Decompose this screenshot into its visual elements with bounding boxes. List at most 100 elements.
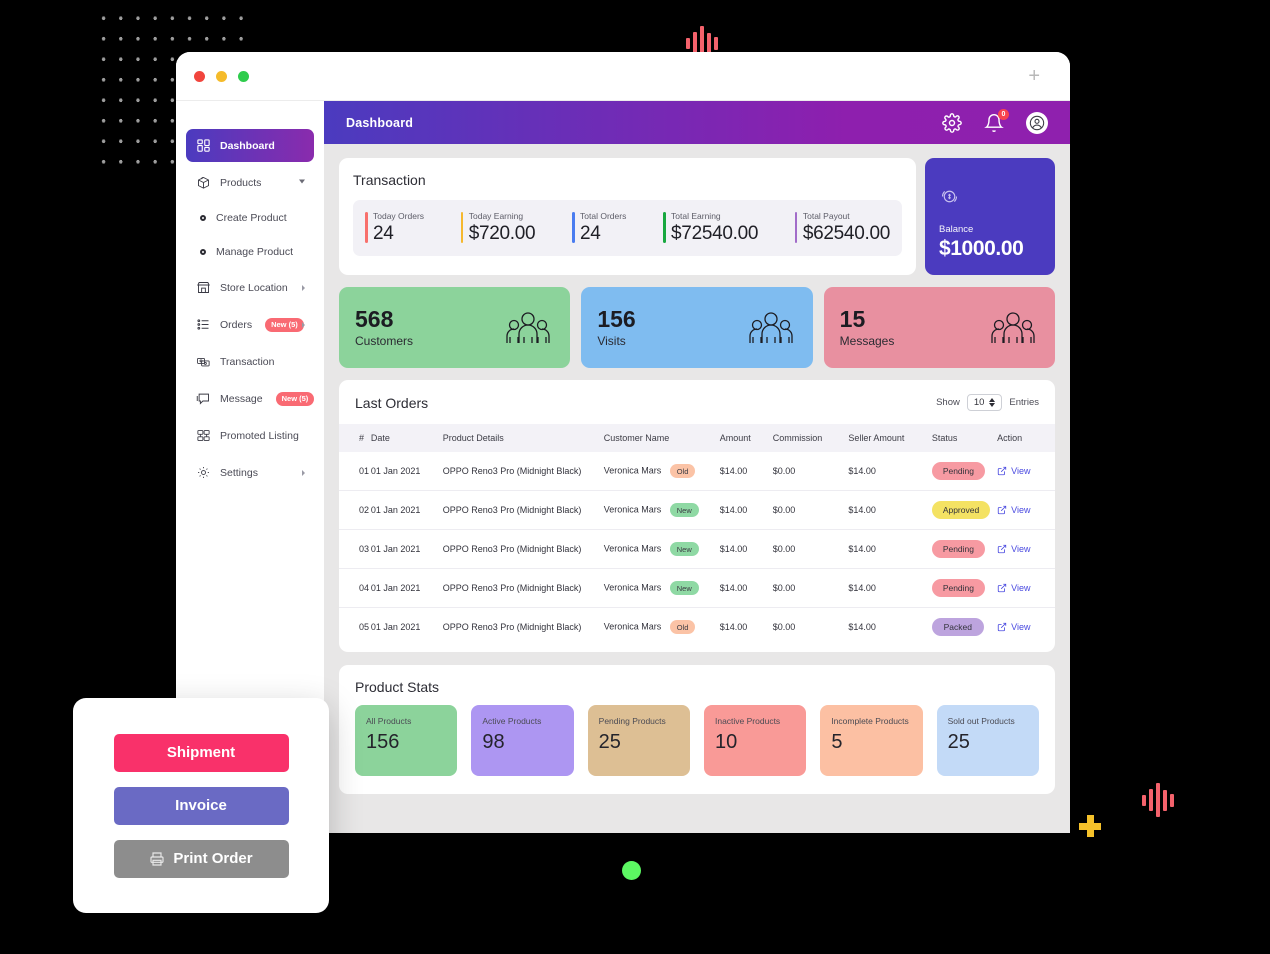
sidebar-badge-orders: New (5) [265, 317, 304, 332]
product-stat-label: Active Products [482, 716, 542, 726]
cell-action: View [997, 568, 1055, 608]
cell-product: OPPO Reno3 Pro (Midnight Black) [442, 490, 604, 530]
sidebar-item-label: Settings [220, 466, 258, 479]
product-stats-title: Product Stats [355, 679, 440, 695]
green-dot-decoration [622, 861, 641, 880]
product-stats-card: Product Stats All Products 156 Active Pr… [339, 665, 1055, 794]
sidebar-item-promoted-listing[interactable]: Promoted Listing [186, 419, 314, 452]
dashboard-grid-icon [196, 138, 211, 153]
metric-value: $720.00 [468, 223, 536, 244]
product-stat-value: 156 [366, 731, 400, 753]
page-size-value: 10 [973, 397, 985, 408]
transaction-row: Transaction Today Orders 24 Today Earnin… [339, 158, 1055, 275]
transaction-icon [196, 354, 211, 369]
cell-customer: Veronica Mars New [603, 529, 720, 569]
customer-name: Veronica Mars [603, 543, 662, 554]
customer-name: Veronica Mars [603, 465, 662, 476]
stat-card-customers: 568 Customers [339, 287, 571, 368]
cell-action: View [997, 529, 1055, 569]
table-row[interactable]: 05 01 Jan 2021 OPPO Reno3 Pro (Midnight … [339, 608, 1055, 647]
view-order-link[interactable]: View [997, 544, 1055, 554]
status-badge: Pending [931, 540, 986, 558]
cell-product: OPPO Reno3 Pro (Midnight Black) [442, 568, 604, 608]
maximize-window-button[interactable] [238, 70, 249, 82]
stat-card-visits: 156 Visits [581, 287, 813, 368]
app-topbar: Dashboard 0 [324, 101, 1070, 144]
sidebar-item-store-location[interactable]: Store Location [186, 271, 314, 304]
shipment-button[interactable]: Shipment [113, 733, 289, 772]
dashboard-content: Transaction Today Orders 24 Today Earnin… [324, 144, 1070, 794]
minimize-window-button[interactable] [216, 70, 227, 82]
cell-index: 02 [339, 490, 371, 530]
cell-action: View [997, 490, 1055, 530]
plus-decoration-bottom [1079, 815, 1101, 837]
sidebar-item-products[interactable]: Products [186, 166, 314, 199]
sidebar-item-manage-product[interactable]: Manage Product [186, 237, 314, 267]
avatar[interactable] [1026, 111, 1048, 134]
sidebar-item-orders[interactable]: Orders New (5) [186, 308, 314, 341]
page-title: Dashboard [346, 115, 414, 130]
product-stat-all: All Products 156 [355, 705, 458, 776]
customer-name: Veronica Mars [603, 621, 662, 632]
stat-label: Customers [355, 333, 414, 348]
cell-product: OPPO Reno3 Pro (Midnight Black) [442, 452, 604, 491]
view-order-link[interactable]: View [997, 583, 1055, 593]
sidebar-item-label: Transaction [220, 355, 275, 368]
metric-label: Total Orders [580, 211, 627, 221]
table-row[interactable]: 02 01 Jan 2021 OPPO Reno3 Pro (Midnight … [339, 490, 1055, 530]
print-order-button[interactable]: Print Order [113, 839, 289, 878]
sidebar-item-label: Orders [220, 318, 253, 331]
transaction-strip: Today Orders 24 Today Earning $720.00 To… [353, 200, 902, 256]
close-window-button[interactable] [194, 70, 205, 82]
sidebar-item-message[interactable]: Message New (5) [186, 382, 315, 415]
customer-name: Veronica Mars [603, 582, 662, 593]
customer-tag: Old [669, 464, 696, 478]
metric-value: 24 [373, 223, 394, 244]
stat-label: Messages [839, 333, 895, 348]
metric-label: Total Payout [802, 211, 850, 221]
order-actions-card: Shipment Invoice Print Order [73, 698, 329, 913]
table-row[interactable]: 01 01 Jan 2021 OPPO Reno3 Pro (Midnight … [339, 452, 1055, 491]
product-stat-value: 25 [947, 731, 970, 753]
cell-customer: Veronica Mars Old [603, 452, 720, 491]
table-row[interactable]: 03 01 Jan 2021 OPPO Reno3 Pro (Midnight … [339, 529, 1055, 569]
external-link-icon [998, 622, 1007, 632]
entries-label: Entries [1009, 397, 1039, 408]
view-label: View [1011, 544, 1031, 554]
stats-row: 568 Customers 156 Visits 15 Messages [339, 287, 1055, 368]
last-orders-card: Last Orders Show 10 Entries # Date Produ… [339, 380, 1055, 652]
view-label: View [1011, 505, 1031, 515]
sidebar-item-dashboard[interactable]: Dashboard [186, 129, 314, 162]
invoice-button[interactable]: Invoice [113, 786, 289, 825]
product-stat-label: Pending Products [598, 716, 666, 726]
sidebar-item-transaction[interactable]: Transaction [186, 345, 314, 378]
bell-icon[interactable]: 0 [984, 108, 1009, 133]
product-stat-active: Active Products 98 [471, 705, 574, 776]
cell-customer: Veronica Mars New [603, 490, 720, 530]
transaction-metric: Total Payout $62540.00 [794, 211, 890, 245]
view-order-link[interactable]: View [997, 505, 1055, 515]
cell-amount: $14.00 [719, 568, 773, 608]
sidebar-item-label: Products [220, 176, 262, 189]
new-tab-button[interactable]: + [1028, 66, 1040, 86]
external-link-icon [998, 505, 1007, 515]
sidebar-item-create-product[interactable]: Create Product [186, 203, 314, 233]
sidebar-item-label: Dashboard [220, 139, 275, 152]
chevron-right-icon [302, 284, 305, 291]
product-stat-pending: Pending Products 25 [587, 705, 690, 776]
transaction-card: Transaction Today Orders 24 Today Earnin… [339, 158, 916, 275]
product-stat-label: Inactive Products [714, 716, 781, 726]
gear-icon[interactable] [942, 112, 962, 133]
view-order-link[interactable]: View [997, 466, 1055, 476]
topbar-actions: 0 [942, 108, 1048, 134]
view-order-link[interactable]: View [997, 622, 1055, 632]
sidebar-item-settings[interactable]: Settings [186, 456, 314, 489]
promoted-listing-icon [196, 428, 211, 443]
transaction-metric: Total Orders 24 [572, 211, 626, 245]
cell-date: 01 Jan 2021 [370, 529, 443, 569]
page-size-select[interactable]: 10 [966, 394, 1003, 411]
table-row[interactable]: 04 01 Jan 2021 OPPO Reno3 Pro (Midnight … [339, 568, 1055, 608]
notification-count-badge: 0 [998, 108, 1009, 120]
chevron-updown-icon [989, 397, 996, 408]
chevron-right-icon [302, 469, 305, 476]
